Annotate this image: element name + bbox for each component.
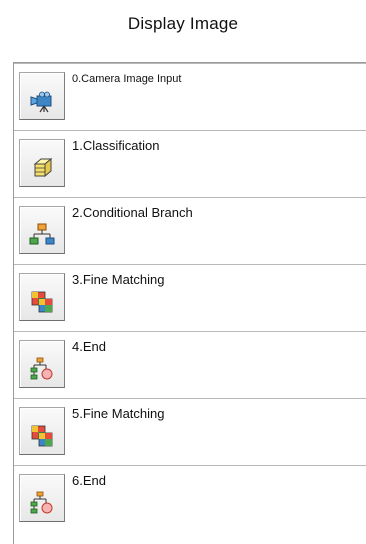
end-icon [30, 491, 53, 514]
camera-icon [30, 91, 52, 113]
list-item[interactable]: 6.End [14, 465, 366, 532]
end-icon [30, 357, 53, 380]
end-button[interactable] [19, 474, 65, 522]
list-item[interactable]: 1.Classification [14, 130, 366, 197]
classification-icon [33, 157, 53, 178]
list-item[interactable]: 0.Camera Image Input [14, 63, 366, 130]
classification-button[interactable] [19, 139, 65, 187]
fine-matching-icon [31, 425, 53, 447]
list-item[interactable]: 2.Conditional Branch [14, 197, 366, 264]
fine-matching-button[interactable] [19, 407, 65, 455]
flow-list: 0.Camera Image Input 1.Classification 2.… [13, 62, 366, 544]
list-item[interactable]: 5.Fine Matching [14, 398, 366, 465]
end-button[interactable] [19, 340, 65, 388]
fine-matching-icon [31, 291, 53, 313]
page-title: Display Image [127, 14, 239, 33]
branch-icon [29, 223, 55, 245]
camera-image-input-button[interactable] [19, 72, 65, 120]
list-item-label: 4.End [72, 339, 106, 354]
list-item-label: 0.Camera Image Input [72, 73, 182, 85]
list-item-label: 6.End [72, 473, 106, 488]
list-item[interactable]: 3.Fine Matching [14, 264, 366, 331]
list-item-label: 2.Conditional Branch [72, 205, 193, 220]
list-item-label: 1.Classification [72, 138, 160, 153]
list-item-label: 5.Fine Matching [72, 406, 165, 421]
list-item[interactable]: 4.End [14, 331, 366, 398]
fine-matching-button[interactable] [19, 273, 65, 321]
list-item-label: 3.Fine Matching [72, 272, 165, 287]
conditional-branch-button[interactable] [19, 206, 65, 254]
